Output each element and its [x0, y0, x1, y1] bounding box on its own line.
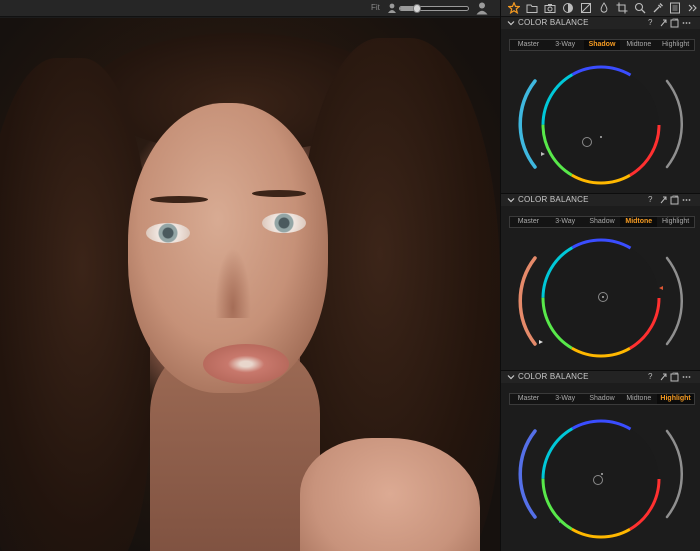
color-wheel-svg [518, 419, 684, 539]
color-balance-panel-highlight: COLOR BALANCE ? Master 3-Way Shadow Midt… [501, 371, 700, 551]
photo-nose [215, 248, 251, 318]
lightness-handle[interactable] [539, 340, 543, 344]
person-small-icon [388, 3, 396, 13]
lightness-arc-left[interactable] [518, 79, 537, 169]
lightness-arc-right[interactable] [665, 79, 684, 169]
tab-shadow[interactable]: Shadow [584, 217, 621, 227]
color-balance-panel-midtone: COLOR BALANCE ? Master 3-Way Shadow Midt… [501, 194, 700, 371]
color-wheel-svg [518, 65, 684, 185]
color-wheel-svg [518, 238, 684, 358]
panel-title: COLOR BALANCE [518, 18, 589, 27]
color-wheel-ring[interactable] [541, 65, 661, 185]
lightness-arc-right[interactable] [665, 256, 684, 346]
panel-header[interactable]: COLOR BALANCE ? [501, 17, 700, 29]
tab-highlight[interactable]: Highlight [657, 217, 694, 227]
photo-eye [262, 213, 306, 233]
fit-label[interactable]: Fit [371, 3, 380, 12]
tab-3-way[interactable]: 3-Way [547, 394, 584, 404]
more-icon[interactable] [687, 2, 699, 14]
tab-master[interactable]: Master [510, 40, 547, 50]
viewer-toolbar: Fit [0, 0, 500, 17]
lightness-arc-right[interactable] [665, 429, 684, 519]
color-wheel-ring[interactable] [541, 419, 661, 539]
tool-tabs-bar [501, 0, 700, 17]
circle-half-icon[interactable] [562, 2, 574, 14]
color-wheel-center-dot [601, 473, 603, 475]
pipette-icon[interactable] [652, 2, 664, 14]
crop-icon[interactable] [616, 2, 628, 14]
tab-3-way[interactable]: 3-Way [547, 40, 584, 50]
color-wheel-area [501, 234, 700, 369]
color-balance-tabs: Master 3-Way Shadow Midtone Highlight [509, 39, 695, 51]
drop-icon[interactable] [598, 2, 610, 14]
chevron-down-icon[interactable] [507, 373, 515, 381]
zoom-slider[interactable] [399, 4, 469, 13]
panel-header[interactable]: COLOR BALANCE ? [501, 371, 700, 383]
lightness-handle[interactable] [541, 152, 545, 156]
lightness-arc-left[interactable] [518, 256, 537, 346]
reset-icon[interactable] [659, 18, 668, 28]
tab-shadow[interactable]: Shadow [584, 394, 621, 404]
exposure-icon[interactable] [580, 2, 592, 14]
help-icon[interactable]: ? [648, 18, 657, 28]
tab-midtone[interactable]: Midtone [620, 394, 657, 404]
photo-lips [203, 344, 289, 384]
color-balance-tabs: Master 3-Way Shadow Midtone Highlight [509, 216, 695, 228]
menu-icon[interactable] [682, 195, 691, 205]
photo-brow [150, 196, 208, 203]
panel-title: COLOR BALANCE [518, 195, 589, 204]
tab-highlight[interactable]: Highlight [657, 40, 694, 50]
tab-shadow[interactable]: Shadow [583, 40, 621, 50]
tab-midtone[interactable]: Midtone [620, 217, 658, 227]
tab-highlight[interactable]: Highlight [657, 394, 694, 404]
color-wheel-area [501, 57, 700, 192]
color-wheel-center-dot [600, 136, 602, 138]
chevron-down-icon[interactable] [507, 196, 515, 204]
tab-master[interactable]: Master [510, 394, 547, 404]
color-wheel-center-dot [602, 296, 604, 298]
lightness-arc-left[interactable] [518, 429, 537, 519]
panel-title: COLOR BALANCE [518, 372, 589, 381]
list-icon[interactable] [669, 2, 681, 14]
tools-panel: COLOR BALANCE ? Master 3-Way Shadow Midt… [500, 0, 700, 551]
color-balance-tabs: Master 3-Way Shadow Midtone Highlight [509, 393, 695, 405]
color-balance-panel-shadow: COLOR BALANCE ? Master 3-Way Shadow Midt… [501, 17, 700, 194]
zoom-slider-handle[interactable] [413, 4, 421, 13]
reset-icon[interactable] [659, 372, 668, 382]
chevron-down-icon[interactable] [507, 19, 515, 27]
search-icon[interactable] [634, 2, 646, 14]
copy-icon[interactable] [670, 18, 679, 28]
color-wheel-area [501, 411, 700, 546]
photo-hair [0, 58, 150, 551]
lightness-handle[interactable] [659, 286, 663, 290]
camera-icon[interactable] [544, 2, 556, 14]
menu-icon[interactable] [682, 372, 691, 382]
help-icon[interactable]: ? [648, 372, 657, 382]
folder-icon[interactable] [526, 2, 538, 14]
person-large-icon [476, 2, 488, 15]
image-viewer[interactable] [0, 18, 500, 551]
tab-midtone[interactable]: Midtone [620, 40, 657, 50]
copy-icon[interactable] [670, 195, 679, 205]
help-icon[interactable]: ? [648, 195, 657, 205]
star-icon[interactable] [508, 2, 520, 14]
color-wheel-ring[interactable] [541, 238, 661, 358]
tab-3-way[interactable]: 3-Way [547, 217, 584, 227]
panel-header[interactable]: COLOR BALANCE ? [501, 194, 700, 206]
menu-icon[interactable] [682, 18, 691, 28]
photo-brow [252, 190, 306, 197]
copy-icon[interactable] [670, 372, 679, 382]
tab-master[interactable]: Master [510, 217, 547, 227]
reset-icon[interactable] [659, 195, 668, 205]
photo-eye [146, 223, 190, 243]
